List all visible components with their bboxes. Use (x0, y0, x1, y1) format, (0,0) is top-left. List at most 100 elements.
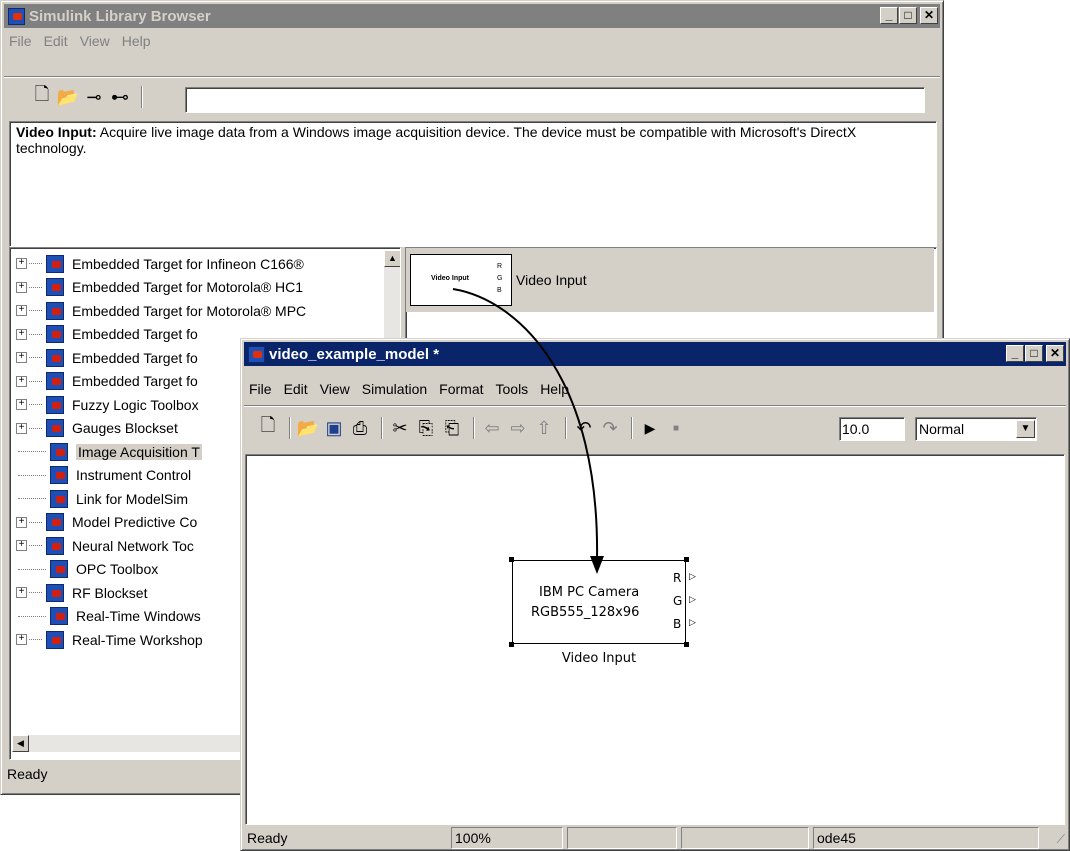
pin-icon[interactable]: ⊸ (83, 86, 105, 108)
menu-simulation[interactable]: Simulation (362, 381, 427, 397)
expand-icon[interactable]: + (16, 540, 27, 551)
resize-handle[interactable] (509, 557, 514, 562)
save-icon[interactable]: ▣ (323, 417, 345, 439)
tree-item-label: Real-Time Workshop (72, 631, 203, 648)
expand-icon[interactable]: + (16, 328, 27, 340)
expand-icon[interactable]: + (16, 587, 27, 598)
tree-item[interactable]: + Real-Time Workshop (16, 628, 203, 651)
minimize-button[interactable]: _ (880, 7, 898, 24)
menu-view[interactable]: View (320, 381, 350, 397)
library-browser-titlebar[interactable]: Simulink Library Browser _ □ ✕ (4, 4, 940, 28)
forward-arrow-icon[interactable]: ⇨ (507, 417, 529, 439)
resize-grip-icon[interactable]: ⟋ (1057, 832, 1065, 847)
tree-item-label: OPC Toolbox (76, 561, 159, 577)
tree-item[interactable]: + Embedded Target fo (16, 323, 198, 346)
menu-edit[interactable]: Edit (44, 33, 68, 49)
expand-icon[interactable]: + (16, 516, 27, 528)
menu-file[interactable]: File (249, 381, 272, 397)
menu-edit[interactable]: Edit (284, 381, 308, 397)
tree-item-label: Image Acquisition T (76, 443, 202, 460)
tree-item-label: Model Predictive Co (72, 514, 198, 530)
scroll-up-button[interactable]: ▲ (384, 250, 400, 267)
menu-tools[interactable]: Tools (496, 381, 529, 397)
minimize-button[interactable]: _ (1006, 345, 1024, 362)
tree-item[interactable]: Instrument Control (16, 464, 191, 487)
library-icon (46, 348, 64, 367)
menu-help[interactable]: Help (122, 33, 151, 49)
binoculars-icon[interactable]: ⊷ (109, 86, 131, 108)
block-line2: RGB555_128x96 (531, 605, 640, 620)
model-canvas[interactable]: IBM PC Camera RGB555_128x96 R G B ▷ ▷ ▷ … (245, 454, 1065, 825)
tree-item[interactable]: + Embedded Target fo (16, 346, 198, 369)
tree-item[interactable]: Image Acquisition T (16, 440, 202, 463)
open-folder-icon[interactable]: 📂 (57, 86, 79, 108)
resize-handle[interactable] (509, 642, 514, 647)
tree-item-label: Embedded Target fo (72, 373, 198, 389)
expand-icon[interactable]: + (16, 375, 27, 387)
stop-icon[interactable]: ■ (665, 417, 687, 439)
tree-item[interactable]: + Embedded Target for Infineon C166® (16, 252, 304, 275)
tree-item[interactable]: Real-Time Windows (16, 605, 201, 628)
tree-item[interactable]: + RF Blockset (16, 581, 147, 604)
menu-format[interactable]: Format (439, 381, 483, 397)
tree-item[interactable]: + Model Predictive Co (16, 511, 197, 534)
expand-icon[interactable]: + (16, 399, 27, 410)
tree-item[interactable]: OPC Toolbox (16, 558, 158, 581)
expand-icon[interactable]: + (16, 281, 27, 293)
model-titlebar[interactable]: video_example_model * _ □ ✕ (244, 342, 1066, 366)
new-file-icon[interactable]: 🗋 (31, 84, 53, 108)
video-input-block[interactable]: IBM PC Camera RGB555_128x96 R G B ▷ ▷ ▷ (512, 560, 696, 644)
paste-icon[interactable]: ⎗ (441, 417, 463, 439)
tree-item[interactable]: + Embedded Target for Motorola® MPC (16, 299, 306, 322)
search-input[interactable] (185, 87, 925, 113)
expand-icon[interactable]: + (16, 352, 27, 363)
cut-icon[interactable]: ✂ (389, 417, 411, 439)
open-folder-icon[interactable]: 📂 (297, 417, 319, 439)
stop-time-input[interactable] (839, 417, 905, 441)
menu-file[interactable]: File (9, 33, 32, 49)
tree-item[interactable]: Link for ModelSim (16, 487, 188, 510)
library-browser-menubar: File Edit View Help (5, 30, 159, 52)
expand-icon[interactable]: + (16, 422, 27, 434)
port-r-arrow-icon[interactable]: ▷ (689, 572, 696, 582)
tree-item-label: Embedded Target for Motorola® MPC (72, 302, 307, 319)
resize-handle[interactable] (684, 557, 689, 562)
maximize-button[interactable]: □ (1025, 345, 1043, 362)
library-icon (46, 395, 64, 414)
library-icon (46, 325, 64, 343)
scroll-left-button[interactable]: ◀ (12, 735, 29, 752)
up-arrow-icon[interactable]: ⇧ (533, 417, 555, 439)
tree-item[interactable]: + Neural Network Toc (16, 534, 194, 557)
library-icon (46, 301, 64, 320)
resize-handle[interactable] (684, 642, 689, 647)
new-file-icon[interactable]: 🗋 (257, 415, 279, 439)
model-status-text: Ready (247, 830, 288, 846)
sim-mode-select[interactable]: Normal ▼ (915, 417, 1037, 441)
menu-view[interactable]: View (80, 33, 110, 49)
tree-item-label: Real-Time Windows (76, 608, 201, 624)
port-g-arrow-icon[interactable]: ▷ (689, 595, 696, 605)
expand-icon[interactable]: + (16, 305, 27, 316)
back-arrow-icon[interactable]: ⇦ (481, 417, 503, 439)
expand-icon[interactable]: + (16, 258, 27, 269)
library-browser-title: Simulink Library Browser (29, 7, 211, 25)
chevron-down-icon[interactable]: ▼ (1016, 420, 1035, 438)
library-icon (46, 630, 64, 649)
tree-item[interactable]: + Gauges Blockset (16, 417, 178, 440)
tree-item[interactable]: + Fuzzy Logic Toolbox (16, 393, 199, 416)
tree-item[interactable]: + Embedded Target fo (16, 370, 198, 393)
redo-icon[interactable]: ↷ (599, 417, 621, 439)
port-b-arrow-icon[interactable]: ▷ (689, 618, 696, 628)
close-button[interactable]: ✕ (1046, 345, 1064, 362)
print-icon[interactable]: ⎙ (349, 417, 371, 439)
copy-icon[interactable]: ⎘ (415, 417, 437, 439)
tree-item[interactable]: + Embedded Target for Motorola® HC1 (16, 276, 303, 299)
menu-help[interactable]: Help (540, 381, 569, 397)
play-icon[interactable]: ▶ (639, 417, 661, 439)
maximize-button[interactable]: □ (899, 7, 917, 24)
undo-icon[interactable]: ↶ (573, 417, 595, 439)
library-icon (46, 513, 64, 531)
video-input-thumbnail[interactable]: Video Input R G B (410, 254, 512, 306)
close-button[interactable]: ✕ (920, 7, 938, 24)
expand-icon[interactable]: + (16, 634, 27, 645)
